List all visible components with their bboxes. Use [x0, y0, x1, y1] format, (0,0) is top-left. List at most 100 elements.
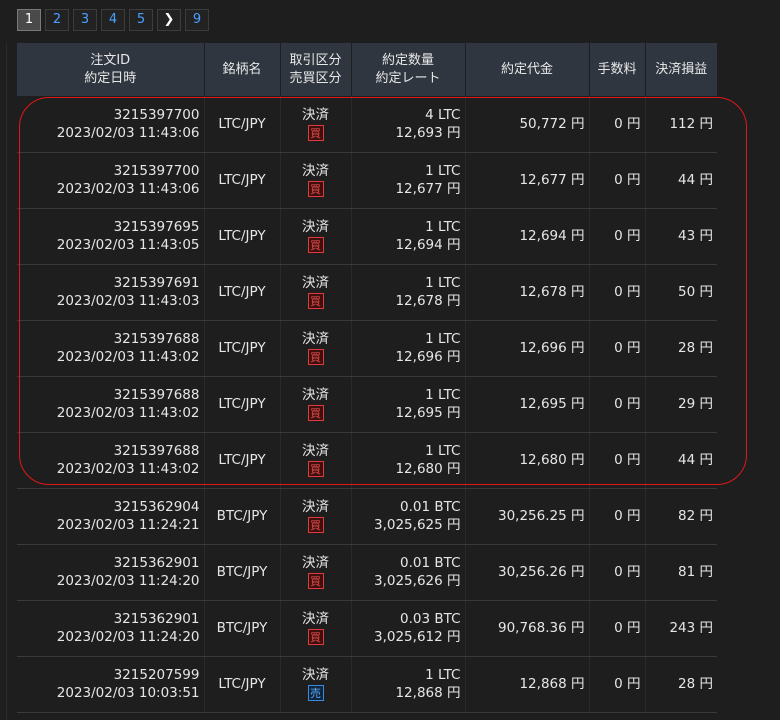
order-cell: 3215362901 2023/02/03 11:24:20: [17, 600, 205, 657]
fee: 0 円: [589, 320, 646, 377]
page-last-button[interactable]: 9: [185, 9, 209, 31]
page-4-button[interactable]: 4: [101, 9, 125, 31]
quantity-rate-cell: 1 LTC 12,678 円: [351, 264, 466, 321]
order-id[interactable]: 3215397688: [17, 330, 200, 348]
symbol: LTC/JPY: [204, 264, 281, 321]
pnl: 44 円: [645, 152, 717, 209]
table-row: 3215397688 2023/02/03 11:43:02 LTC/JPY 決済買 1…: [17, 376, 717, 433]
trade-type-cell: 決済買: [280, 152, 352, 209]
pnl: 44 円: [645, 432, 717, 489]
order-id[interactable]: 3215397688: [17, 386, 200, 404]
quantity: 1 LTC: [425, 163, 461, 179]
symbol: BTC/JPY: [204, 544, 281, 601]
header-symbol[interactable]: 銘柄名: [204, 43, 281, 96]
amount: 12,680 円: [465, 432, 590, 489]
rate: 12,680 円: [395, 461, 461, 477]
order-id[interactable]: 3215397695: [17, 218, 200, 236]
quantity: 1 LTC: [425, 387, 461, 403]
pnl: 112 円: [645, 96, 717, 153]
table-body: 3215397700 2023/02/03 11:43:06 LTC/JPY 決済買 4…: [17, 96, 717, 713]
side-badge: 買: [307, 181, 324, 197]
order-id[interactable]: 3215397688: [17, 442, 200, 460]
quantity: 0.03 BTC: [400, 611, 461, 627]
symbol: LTC/JPY: [204, 96, 281, 153]
table-row: 3215397700 2023/02/03 11:43:06 LTC/JPY 決済買 1…: [17, 152, 717, 209]
symbol: BTC/JPY: [204, 488, 281, 545]
page-3-button[interactable]: 3: [73, 9, 97, 31]
trade-type-cell: 決済買: [280, 432, 352, 489]
order-id[interactable]: 3215397700: [17, 106, 200, 124]
rate: 12,695 円: [395, 405, 461, 421]
trade-datetime: 2023/02/03 11:43:03: [56, 293, 200, 309]
quantity-rate-cell: 0.03 BTC 3,025,612 円: [351, 600, 466, 657]
quantity: 1 LTC: [425, 219, 461, 235]
rate: 12,678 円: [395, 293, 461, 309]
trade-type-cell: 決済買: [280, 600, 352, 657]
header-pnl[interactable]: 決済損益: [645, 43, 717, 96]
quantity: 1 LTC: [425, 331, 461, 347]
table-row: 3215397688 2023/02/03 11:43:02 LTC/JPY 決済買 1…: [17, 432, 717, 489]
trade-type-cell: 決済買: [280, 488, 352, 545]
order-id[interactable]: 3215207599: [17, 666, 200, 684]
quantity: 4 LTC: [425, 106, 461, 123]
order-id[interactable]: 3215362901: [17, 610, 200, 628]
trade-history-table: 注文ID 約定日時 銘柄名 取引区分 売買区分 約定数量 約定レート 約定代金 手数料…: [17, 43, 717, 713]
fee: 0 円: [589, 600, 646, 657]
order-id[interactable]: 3215397691: [17, 274, 200, 292]
order-id[interactable]: 3215397700: [17, 162, 200, 180]
side-badge: 買: [307, 517, 324, 533]
amount: 12,868 円: [465, 656, 590, 713]
fee: 0 円: [589, 152, 646, 209]
trade-type: 決済: [302, 667, 329, 683]
quantity-rate-cell: 1 LTC 12,677 円: [351, 152, 466, 209]
amount: 12,696 円: [465, 320, 590, 377]
trade-datetime: 2023/02/03 11:24:21: [56, 517, 200, 533]
amount: 12,695 円: [465, 376, 590, 433]
table-row: 3215362901 2023/02/03 11:24:20 BTC/JPY 決済買 0…: [17, 544, 717, 601]
rate: 12,868 円: [395, 685, 461, 701]
header-trade-type-side[interactable]: 取引区分 売買区分: [280, 43, 352, 96]
header-amount[interactable]: 約定代金: [465, 43, 590, 96]
page-2-button[interactable]: 2: [45, 9, 69, 31]
rate: 12,677 円: [395, 181, 461, 197]
table-row: 3215362901 2023/02/03 11:24:20 BTC/JPY 決済買 0…: [17, 600, 717, 657]
chevron-right-icon[interactable]: ❯: [157, 9, 181, 31]
page-5-button[interactable]: 5: [129, 9, 153, 31]
order-cell: 3215397688 2023/02/03 11:43:02: [17, 432, 205, 489]
pnl: 29 円: [645, 376, 717, 433]
amount: 30,256.26 円: [465, 544, 590, 601]
page-1-button[interactable]: 1: [17, 9, 41, 31]
pagination: 1 2 3 4 5 ❯ 9: [17, 9, 209, 31]
order-cell: 3215207599 2023/02/03 10:03:51: [17, 656, 205, 713]
order-id[interactable]: 3215362901: [17, 554, 200, 572]
order-cell: 3215397700 2023/02/03 11:43:06: [17, 96, 205, 153]
table-row: 3215362904 2023/02/03 11:24:21 BTC/JPY 決済買 0…: [17, 488, 717, 545]
quantity: 1 LTC: [425, 667, 461, 683]
side-badge: 買: [307, 573, 324, 589]
order-cell: 3215362904 2023/02/03 11:24:21: [17, 488, 205, 545]
side-badge: 買: [307, 349, 324, 365]
trade-datetime: 2023/02/03 11:43:05: [56, 237, 200, 253]
trade-datetime: 2023/02/03 11:43:02: [56, 405, 200, 421]
symbol: LTC/JPY: [204, 432, 281, 489]
quantity: 1 LTC: [425, 443, 461, 459]
rate: 12,696 円: [395, 349, 461, 365]
table-header-row: 注文ID 約定日時 銘柄名 取引区分 売買区分 約定数量 約定レート 約定代金 手数料…: [17, 43, 717, 96]
header-fee[interactable]: 手数料: [589, 43, 646, 96]
amount: 12,677 円: [465, 152, 590, 209]
quantity-rate-cell: 1 LTC 12,680 円: [351, 432, 466, 489]
side-badge: 買: [307, 293, 324, 309]
table-row: 3215397700 2023/02/03 11:43:06 LTC/JPY 決済買 4…: [17, 96, 717, 153]
table-row: 3215207599 2023/02/03 10:03:51 LTC/JPY 決済売 1…: [17, 656, 717, 713]
quantity: 0.01 BTC: [400, 555, 461, 571]
pnl: 28 円: [645, 320, 717, 377]
quantity-rate-cell: 0.01 BTC 3,025,625 円: [351, 488, 466, 545]
trade-datetime: 2023/02/03 10:03:51: [56, 685, 200, 701]
trade-type-cell: 決済買: [280, 376, 352, 433]
amount: 50,772 円: [465, 96, 590, 153]
trade-type: 決済: [302, 499, 329, 515]
header-quantity-rate[interactable]: 約定数量 約定レート: [351, 43, 466, 96]
header-order-id-datetime[interactable]: 注文ID 約定日時: [17, 43, 205, 96]
amount: 90,768.36 円: [465, 600, 590, 657]
order-id[interactable]: 3215362904: [17, 498, 200, 516]
